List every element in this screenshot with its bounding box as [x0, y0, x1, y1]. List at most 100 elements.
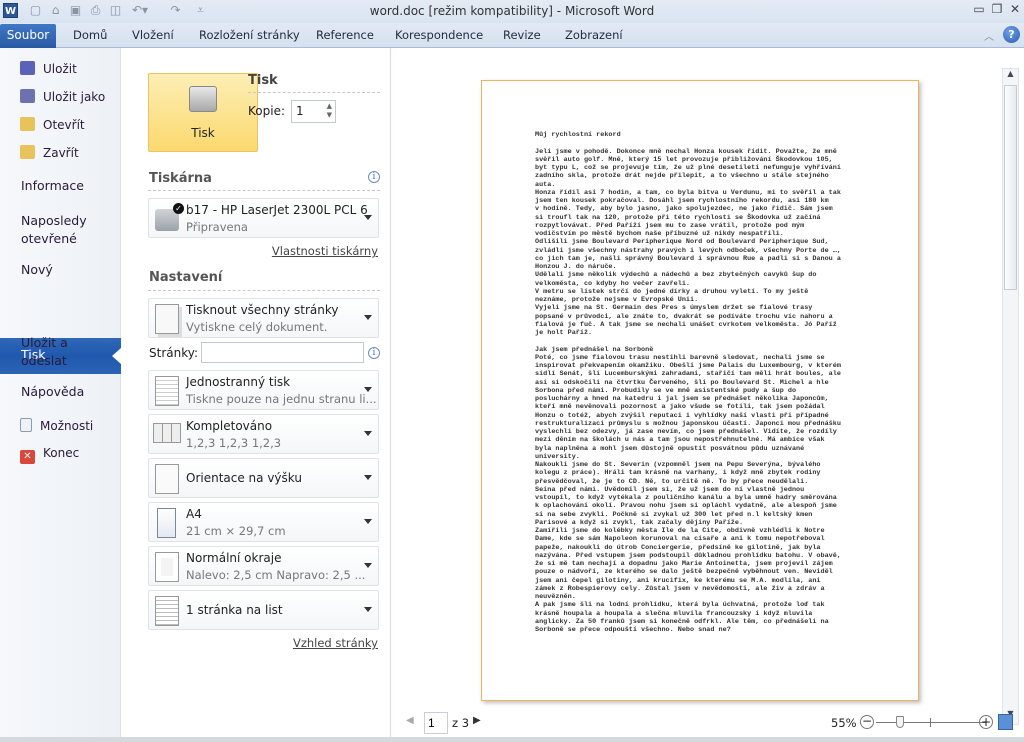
chevron-down-icon: [364, 563, 372, 568]
chevron-down-icon: [364, 475, 372, 480]
nav-label: Možnosti: [40, 419, 94, 433]
portrait-page-icon: [155, 464, 179, 494]
print-heading: Tisk: [248, 73, 278, 88]
margins-dropdown[interactable]: Normální okraje Nalevo: 2,5 cm Napravo: …: [148, 546, 379, 586]
current-page-input[interactable]: [424, 712, 448, 734]
check-icon: ✓: [173, 203, 184, 214]
save-as-icon: [20, 89, 35, 103]
window-title: word.doc [režim kompatibility] - Microso…: [369, 4, 655, 18]
tab-reference[interactable]: Reference: [316, 28, 374, 42]
nav-item-ulozit-a-odeslat[interactable]: Uložit a odeslat: [21, 334, 101, 370]
pages-per-sheet-dropdown[interactable]: 1 stránka na list: [148, 590, 379, 630]
tab-vlozeni[interactable]: Vložení: [132, 28, 174, 42]
document-line: kteří mně nevěnovali pozornost a jako vš…: [535, 403, 825, 412]
document-line: rozpytlovávat. Před Paříží jsem mu to za…: [535, 221, 805, 230]
document-line: vyslechli bez odezvy, já zase nevím, co …: [535, 428, 837, 436]
paper-size-icon: [157, 508, 176, 538]
document-text: Můj rychlostní rekord Jeli jsme v pohodě.…: [535, 131, 841, 634]
document-line: posluchárny a hned na katedru i jal jsem…: [535, 395, 829, 403]
tab-revize[interactable]: Revize: [503, 28, 541, 42]
page-setup-link[interactable]: Vzhled stránky: [293, 636, 378, 650]
save-icon: [20, 61, 35, 75]
scroll-up-icon[interactable]: ▲: [1003, 69, 1018, 84]
copies-spinner[interactable]: 1 ▲ ▼: [291, 100, 336, 123]
zoom-in-icon[interactable]: +: [979, 715, 993, 729]
print-button[interactable]: Tisk: [148, 73, 258, 152]
paper-size-dropdown[interactable]: A4 21 cm × 29,7 cm: [148, 502, 379, 542]
nav-item-naposledy-otevrene[interactable]: Naposledy otevřené: [21, 212, 111, 248]
setting-title: Normální okraje: [186, 551, 282, 565]
document-line: velkoměsta, co kdyby ho večer zavřeli.: [535, 279, 690, 288]
printer-name: b17 - HP LaserJet 2300L PCL 6: [186, 203, 368, 217]
document-line: že si mě tam nechají a dopadnu jako Mari…: [535, 560, 833, 568]
tab-zobrazeni[interactable]: Zobrazení: [565, 28, 623, 42]
document-line: Honzou J. do náruče.: [535, 263, 617, 271]
chevron-down-icon: [364, 431, 372, 436]
orientation-dropdown[interactable]: Orientace na výšku: [148, 458, 379, 498]
document-line: Dame, kde se sám Napoleon korunoval na c…: [535, 535, 825, 544]
zoom-slider[interactable]: [876, 716, 986, 728]
minimize-button[interactable]: ▭: [970, 2, 988, 18]
minimize-ribbon-icon[interactable]: ︿: [984, 28, 994, 43]
document-page-preview: Můj rychlostní rekord Jeli jsme v pohodě.…: [481, 80, 919, 701]
document-line: Seina před námi. Uvědomil jsem si, že už…: [535, 485, 805, 494]
zoom-level[interactable]: 55%: [831, 716, 857, 730]
restore-button[interactable]: ❐: [988, 2, 1006, 18]
zoom-to-page-icon[interactable]: [998, 714, 1013, 730]
exit-icon: ✕: [20, 450, 35, 464]
zoom-slider-thumb[interactable]: [896, 716, 905, 728]
document-line: vodičstvím po městě bychom naše příbuzné…: [535, 230, 784, 238]
document-line: Udělali jsme několik výdechů a nádechů a…: [535, 271, 817, 280]
scroll-thumb[interactable]: [1004, 85, 1017, 290]
close-button[interactable]: ✕: [1006, 2, 1024, 18]
tab-korespondence[interactable]: Korespondence: [395, 28, 483, 42]
info-icon[interactable]: i: [368, 347, 380, 359]
pages-input[interactable]: [201, 342, 364, 363]
document-line: asi si odskočili na čtvrtku Červeného, š…: [535, 378, 829, 387]
setting-subtitle: Nalevo: 2,5 cm Napravo: 2,5 ...: [186, 568, 366, 582]
backstage-nav: Uložit Uložit jako Otevřít Zavřít Inform…: [0, 48, 121, 742]
status-bar: [0, 737, 1024, 742]
document-line: v hodině. Tedy, aby bylo jasno, jako spo…: [535, 205, 833, 214]
selected-arrow-icon: [112, 348, 121, 364]
document-line: byt typu L, což se projevuje tím, že už …: [535, 164, 841, 172]
tab-rozlozeni-stranky[interactable]: Rozložení stránky: [199, 28, 300, 42]
document-line: Vyjeli jsme na St. Germain des Pres s úm…: [535, 304, 813, 313]
vertical-scrollbar[interactable]: ▲ ▼: [1002, 68, 1019, 725]
document-line: Můj rychlostní rekord: [535, 131, 621, 139]
next-page-icon[interactable]: ▶: [473, 715, 481, 726]
document-line: Honzu o totéž, abych zvýšil reputaci i v…: [535, 411, 829, 420]
printer-dropdown[interactable]: ✓ b17 - HP LaserJet 2300L PCL 6 Připrave…: [148, 198, 379, 238]
title-bar: W ▢ ⌂ ▣ ⎙ ◫ ↶▾ ↷ ⩡ word.doc [režim kompa…: [0, 0, 1024, 23]
document-line: jsem ani čepel gilotiny, ani krucifix, k…: [535, 576, 821, 585]
help-icon[interactable]: ?: [1003, 26, 1020, 43]
document-line: V metru se lístek strčí do jedné dírky a…: [535, 287, 809, 296]
info-icon[interactable]: i: [368, 171, 380, 183]
print-range-dropdown[interactable]: Tisknout všechny stránky Vytiskne celý d…: [148, 298, 379, 338]
spin-up-down-icon[interactable]: ▲ ▼: [327, 102, 332, 120]
setting-subtitle: Tiskne pouze na jednu stranu li...: [186, 392, 377, 406]
sides-dropdown[interactable]: Jednostranný tisk Tiskne pouze na jednu …: [148, 370, 379, 410]
collate-dropdown[interactable]: Kompletováno 1,2,3 1,2,3 1,2,3: [148, 414, 379, 454]
previous-page-icon[interactable]: ◀: [406, 715, 414, 726]
document-line: mezi děním na školách u nás a tam jsou n…: [535, 436, 825, 445]
nav-label: Zavřít: [43, 146, 79, 160]
printer-heading: Tiskárna: [149, 171, 212, 186]
nav-label: Konec: [43, 446, 80, 460]
document-line: zámek z Robespierovy cely. Zůstal jsem v…: [535, 584, 825, 593]
document-line: co jich tam je, našli správný Boulevard …: [535, 254, 841, 263]
document-line: Sorbona před námi. Probudily se ve mně a…: [535, 386, 797, 395]
options-icon: [20, 418, 32, 432]
ribbon-tabs: Soubor Domů Vložení Rozložení stránky Re…: [0, 23, 1024, 48]
document-line: Parisové a když si zvykl, tak začaly děj…: [535, 518, 744, 527]
nav-label: Otevřít: [43, 118, 85, 132]
document-line: inspirovat překvapením okamžiku. Obešli …: [535, 362, 841, 370]
printer-properties-link[interactable]: Vlastnosti tiskárny: [272, 244, 378, 258]
document-line: fialová je fuč. A tak jsme se nechali un…: [535, 320, 837, 329]
tab-soubor[interactable]: Soubor: [0, 24, 56, 48]
chevron-down-icon: [364, 315, 372, 320]
zoom-out-icon[interactable]: −: [860, 715, 874, 729]
tab-domu[interactable]: Domů: [73, 28, 107, 42]
setting-subtitle: 21 cm × 29,7 cm: [186, 524, 286, 538]
